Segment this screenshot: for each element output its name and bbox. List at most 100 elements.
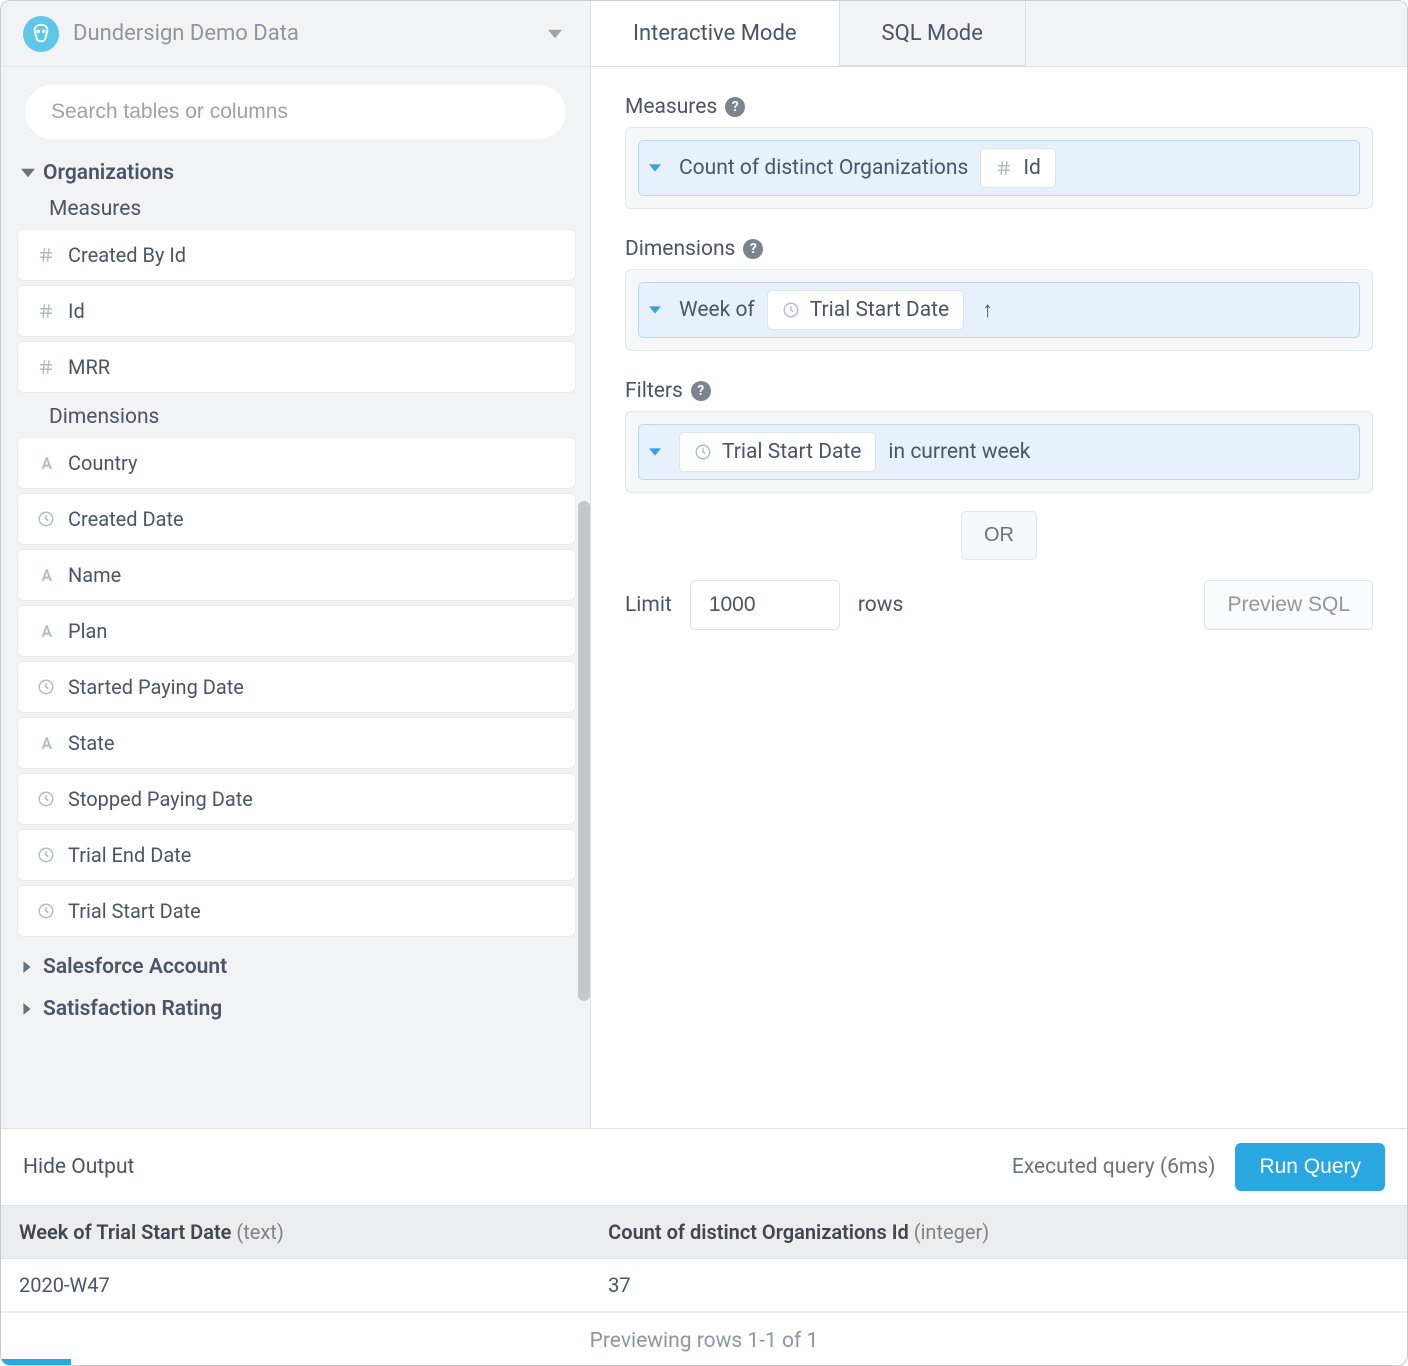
tree-node-label: Salesforce Account: [43, 955, 227, 979]
field-item[interactable]: Id: [17, 285, 576, 337]
column-header[interactable]: Count of distinct Organizations Id (inte…: [590, 1206, 1407, 1259]
dimension-field-name: Trial Start Date: [810, 298, 949, 322]
tree-node-organizations[interactable]: Organizations: [11, 151, 580, 193]
caret-down-icon[interactable]: [649, 304, 667, 316]
dimensions-section-label: Dimensions: [11, 401, 580, 437]
filter-condition[interactable]: in current week: [888, 440, 1030, 464]
field-label: State: [68, 731, 114, 755]
sort-ascending-icon[interactable]: ↑: [976, 297, 999, 323]
query-builder: Measures ? Count of distinct Organizatio…: [591, 67, 1407, 658]
tree-node-label: Satisfaction Rating: [43, 997, 222, 1021]
field-item[interactable]: Started Paying Date: [17, 661, 576, 713]
field-label: Trial Start Date: [68, 899, 201, 923]
field-item[interactable]: State: [17, 717, 576, 769]
measure-field-pill[interactable]: Id: [980, 148, 1056, 188]
field-label: Plan: [68, 619, 107, 643]
chevron-right-icon: [21, 961, 41, 973]
section-label-text: Filters: [625, 379, 683, 403]
filters-label: Filters ?: [625, 379, 1373, 403]
clock-icon: [782, 301, 800, 319]
hide-output-toggle[interactable]: Hide Output: [23, 1155, 134, 1179]
hash-icon: [32, 358, 60, 376]
column-header[interactable]: Week of Trial Start Date (text): [1, 1206, 590, 1259]
limit-label: Limit: [625, 593, 672, 617]
tab-interactive-mode[interactable]: Interactive Mode: [591, 1, 840, 66]
clock-icon: [32, 902, 60, 920]
scrollbar-thumb[interactable]: [578, 501, 590, 1001]
field-item[interactable]: Name: [17, 549, 576, 601]
filters-dropzone[interactable]: Trial Start Date in current week: [625, 411, 1373, 493]
caret-down-icon[interactable]: [649, 446, 667, 458]
hash-icon: [32, 246, 60, 264]
field-item[interactable]: Country: [17, 437, 576, 489]
clock-icon: [32, 678, 60, 696]
field-item[interactable]: Trial End Date: [17, 829, 576, 881]
tree-node-label: Organizations: [43, 161, 174, 185]
table-cell: 37: [590, 1259, 1407, 1312]
tab-label: SQL Mode: [882, 21, 983, 46]
text-icon: [32, 734, 60, 752]
tab-label: Interactive Mode: [633, 21, 797, 46]
filter-field-pill[interactable]: Trial Start Date: [679, 432, 876, 472]
field-item[interactable]: MRR: [17, 341, 576, 393]
results-table: Week of Trial Start Date (text)Count of …: [1, 1205, 1407, 1312]
rows-label: rows: [858, 593, 904, 617]
table-row[interactable]: 2020-W4737: [1, 1259, 1407, 1312]
search-input[interactable]: [25, 85, 566, 139]
measures-dropzone[interactable]: Count of distinct Organizations Id: [625, 127, 1373, 209]
section-label-text: Measures: [625, 95, 717, 119]
hash-icon: [32, 302, 60, 320]
dimension-field-pill[interactable]: Trial Start Date: [767, 290, 964, 330]
clock-icon: [694, 443, 712, 461]
chevron-down-icon: [21, 166, 41, 180]
tree-node-collapsed[interactable]: Satisfaction Rating: [11, 987, 580, 1029]
help-icon[interactable]: ?: [743, 239, 763, 259]
main-pane: Interactive Mode SQL Mode Measures ?: [591, 1, 1407, 1128]
output-bar: Hide Output Executed query (6ms) Run Que…: [1, 1129, 1407, 1205]
field-item[interactable]: Stopped Paying Date: [17, 773, 576, 825]
data-source-name: Dundersign Demo Data: [73, 21, 299, 46]
measures-list: Created By Id Id MRR: [11, 229, 580, 401]
schema-tree: Organizations Measures Created By IdIdMR…: [1, 147, 590, 1029]
section-label-text: Dimensions: [625, 237, 735, 261]
text-icon: [32, 454, 60, 472]
clock-icon: [32, 846, 60, 864]
dimensions-list: Country Created Date Name Plan Started Payin…: [11, 437, 580, 945]
app-root: Dundersign Demo Data Organizations Measu…: [0, 0, 1408, 1366]
results-footer: Previewing rows 1-1 of 1: [1, 1312, 1407, 1359]
tree-node-collapsed[interactable]: Salesforce Account: [11, 945, 580, 987]
measure-chip[interactable]: Count of distinct Organizations Id: [638, 140, 1360, 196]
caret-down-icon[interactable]: [649, 162, 667, 174]
field-label: Trial End Date: [68, 843, 191, 867]
limit-row: Limit rows Preview SQL: [625, 580, 1373, 630]
run-query-button[interactable]: Run Query: [1235, 1143, 1385, 1191]
sidebar: Dundersign Demo Data Organizations Measu…: [1, 1, 591, 1128]
filter-chip[interactable]: Trial Start Date in current week: [638, 424, 1360, 480]
dimensions-dropzone[interactable]: Week of Trial Start Date ↑: [625, 269, 1373, 351]
field-item[interactable]: Created Date: [17, 493, 576, 545]
field-item[interactable]: Trial Start Date: [17, 885, 576, 937]
help-icon[interactable]: ?: [725, 97, 745, 117]
help-icon[interactable]: ?: [691, 381, 711, 401]
field-label: Name: [68, 563, 121, 587]
field-label: Id: [68, 299, 85, 323]
data-source-selector[interactable]: Dundersign Demo Data: [1, 1, 590, 67]
text-icon: [32, 566, 60, 584]
measures-label: Measures ?: [625, 95, 1373, 119]
tab-sql-mode[interactable]: SQL Mode: [840, 1, 1026, 66]
clock-icon: [32, 790, 60, 808]
field-item[interactable]: Plan: [17, 605, 576, 657]
text-icon: [32, 622, 60, 640]
dimension-chip[interactable]: Week of Trial Start Date ↑: [638, 282, 1360, 338]
limit-input[interactable]: [690, 580, 840, 630]
field-label: Stopped Paying Date: [68, 787, 253, 811]
filter-field-name: Trial Start Date: [722, 440, 861, 464]
postgres-icon: [23, 16, 59, 52]
clock-icon: [32, 510, 60, 528]
or-button[interactable]: OR: [961, 511, 1037, 560]
measure-field-name: Id: [1023, 156, 1041, 180]
field-label: Created Date: [68, 507, 184, 531]
field-item[interactable]: Created By Id: [17, 229, 576, 281]
preview-sql-button[interactable]: Preview SQL: [1204, 580, 1373, 630]
caret-down-icon: [548, 27, 562, 41]
